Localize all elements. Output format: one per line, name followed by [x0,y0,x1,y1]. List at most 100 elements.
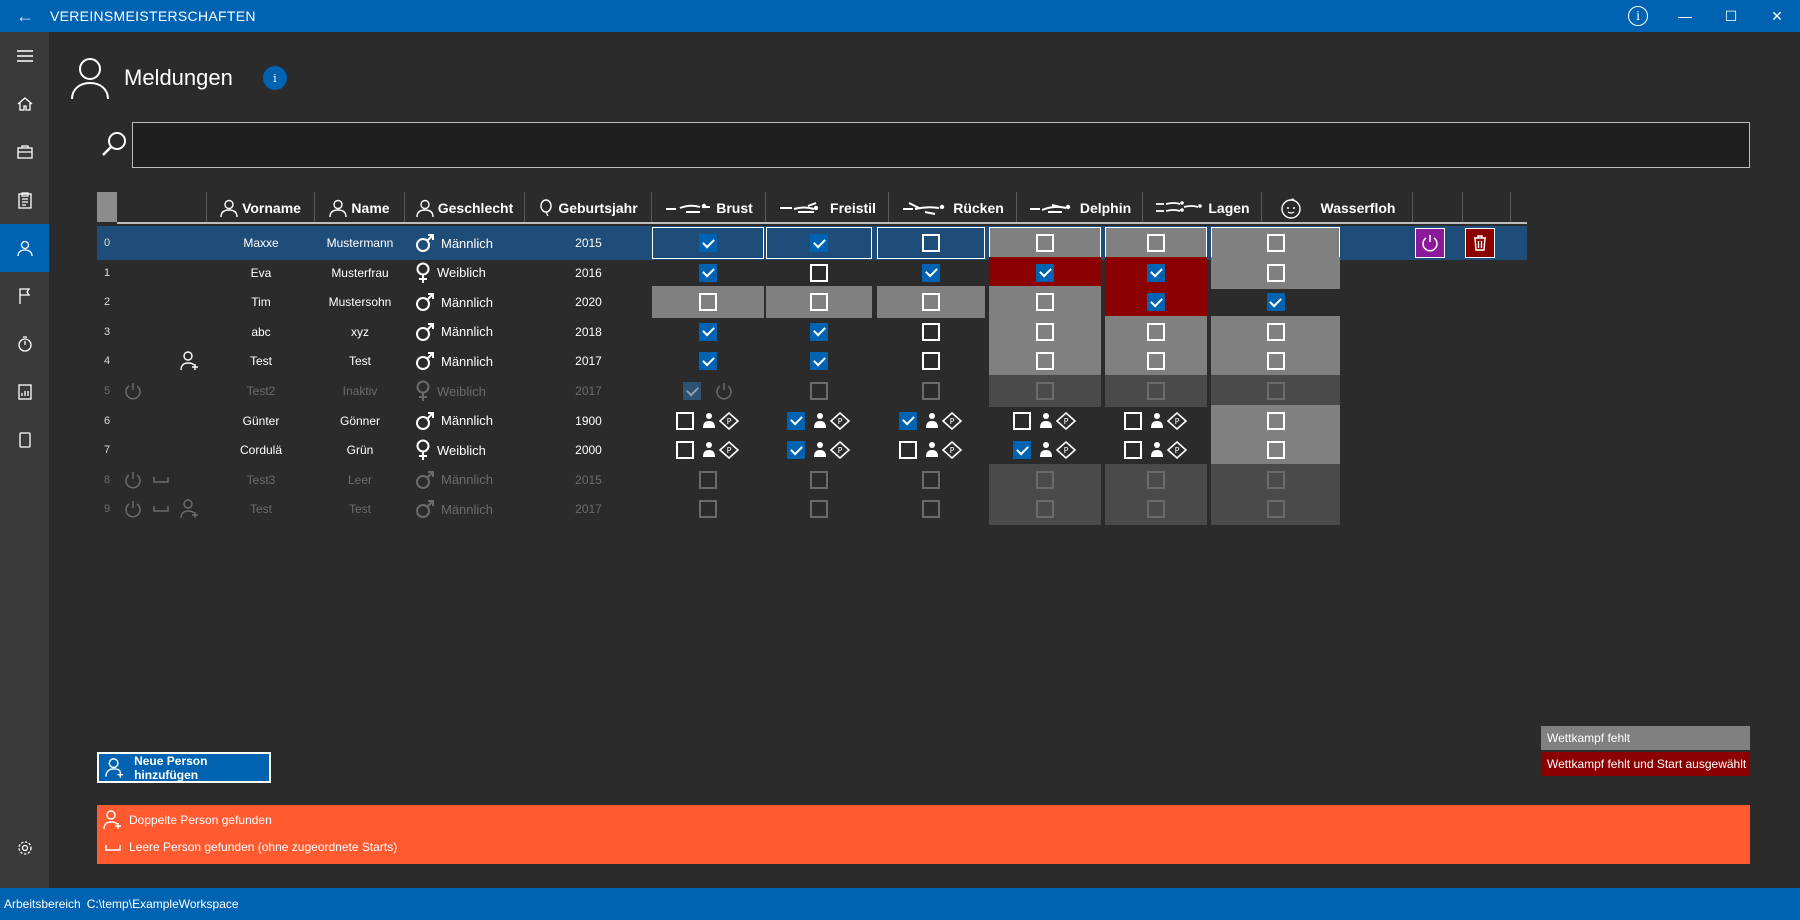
start-checkbox[interactable] [1124,441,1142,460]
start-checkbox[interactable] [922,352,940,371]
start-cell-ruecken[interactable] [877,227,985,259]
start-checkbox[interactable] [922,500,940,519]
header-freistil[interactable]: Freistil [766,192,889,224]
start-checkbox[interactable] [922,234,940,252]
start-checkbox[interactable] [699,500,717,519]
start-checkbox[interactable] [1036,500,1054,519]
start-cell-lagen[interactable] [1105,256,1207,289]
start-checkbox[interactable] [1147,382,1165,400]
start-cell-freistil[interactable] [766,375,872,407]
window-info-button[interactable]: i [1620,0,1656,32]
start-cell-freistil[interactable] [766,257,872,289]
toggle-active-button[interactable] [1415,228,1445,258]
start-options[interactable]: P [702,411,740,430]
start-checkbox[interactable] [1147,293,1165,312]
grid-corner-header[interactable] [97,192,117,222]
start-checkbox[interactable] [922,322,940,341]
start-options[interactable]: P [1039,411,1077,430]
start-cell-delphin[interactable] [989,463,1101,496]
nav-results[interactable] [0,368,49,416]
header-name[interactable]: Name [315,192,405,224]
maximize-button[interactable]: ☐ [1708,0,1754,32]
start-checkbox[interactable] [922,263,940,282]
start-checkbox[interactable] [1147,500,1165,519]
start-cell-delphin[interactable] [989,227,1101,259]
start-options[interactable]: P [702,441,740,460]
start-cell-wasserfloh[interactable] [1211,227,1340,259]
start-cell-brust[interactable] [652,286,764,319]
start-checkbox[interactable] [810,263,828,282]
start-options[interactable]: P [813,411,851,430]
start-cell-ruecken[interactable] [877,375,985,407]
start-checkbox[interactable] [699,293,717,312]
start-checkbox[interactable] [922,382,940,400]
start-checkbox[interactable] [922,293,940,312]
start-checkbox[interactable] [1266,441,1285,460]
cell-name[interactable]: Test [315,492,405,526]
close-button[interactable]: ✕ [1754,0,1800,32]
start-checkbox[interactable] [1266,382,1285,400]
start-cell-wasserfloh[interactable] [1211,256,1340,289]
start-cell-freistil[interactable] [766,286,872,319]
start-cell-wasserfloh[interactable] [1211,345,1340,378]
start-checkbox[interactable] [899,441,917,460]
start-checkbox[interactable] [1266,263,1285,282]
header-brust[interactable]: Brust [652,192,766,224]
start-cell-brust[interactable] [652,257,764,289]
start-checkbox[interactable] [922,470,940,489]
start-cell-lagen[interactable] [1105,375,1207,407]
start-checkbox[interactable] [1147,263,1165,282]
start-checkbox[interactable] [810,322,828,341]
start-checkbox[interactable] [1266,470,1285,489]
header-geburtsjahr[interactable]: Geburtsjahr [525,192,652,224]
start-checkbox[interactable] [1013,441,1031,460]
start-cell-delphin[interactable] [989,256,1101,289]
start-cell-brust[interactable]: P [652,434,764,466]
start-cell-freistil[interactable] [766,464,872,496]
start-checkbox[interactable] [810,470,828,489]
start-cell-freistil[interactable]: P [766,405,872,437]
start-checkbox[interactable] [699,234,717,252]
start-cell-wasserfloh[interactable] [1211,315,1340,348]
page-info-button[interactable]: i [262,66,287,90]
start-options[interactable]: P [925,441,963,460]
start-options[interactable]: P [1150,411,1188,430]
start-cell-brust[interactable] [652,464,764,496]
add-person-button[interactable]: Neue Person hinzufügen [97,752,271,783]
start-cell-ruecken[interactable]: P [877,434,985,466]
minimize-button[interactable]: — [1662,0,1708,32]
header-wasserfloh[interactable]: Wasserfloh [1262,192,1413,224]
start-cell-brust[interactable] [652,227,764,259]
start-cell-wasserfloh[interactable] [1211,375,1340,407]
start-cell-brust[interactable] [652,375,764,407]
start-checkbox[interactable] [1266,234,1285,252]
start-checkbox[interactable] [1013,411,1031,430]
nav-competitions[interactable] [0,176,49,224]
start-checkbox[interactable] [676,441,694,460]
start-options[interactable]: P [813,441,851,460]
start-cell-delphin[interactable] [989,375,1101,407]
start-checkbox[interactable] [1266,322,1285,341]
start-checkbox[interactable] [810,500,828,519]
start-checkbox[interactable] [1147,322,1165,341]
cell-geburtsjahr[interactable]: 2017 [525,492,652,526]
start-checkbox[interactable] [787,411,805,430]
start-checkbox[interactable] [1036,234,1054,252]
start-cell-brust[interactable]: P [652,405,764,437]
start-checkbox[interactable] [1036,322,1054,341]
start-cell-freistil[interactable]: P [766,434,872,466]
start-checkbox[interactable] [810,352,828,371]
start-checkbox[interactable] [699,263,717,282]
activate-toggle[interactable] [121,492,145,526]
start-checkbox[interactable] [1147,470,1165,489]
start-cell-lagen[interactable] [1105,227,1207,259]
start-cell-wasserfloh[interactable] [1211,493,1340,526]
start-cell-lagen[interactable] [1105,345,1207,378]
start-checkbox[interactable] [1036,263,1054,282]
start-checkbox[interactable] [810,293,828,312]
header-lagen[interactable]: Lagen [1143,192,1262,224]
start-cell-wasserfloh[interactable] [1211,404,1340,437]
header-ruecken[interactable]: Rücken [889,192,1017,224]
start-cell-lagen[interactable]: P [1105,434,1207,466]
start-cell-wasserfloh[interactable] [1211,286,1340,318]
